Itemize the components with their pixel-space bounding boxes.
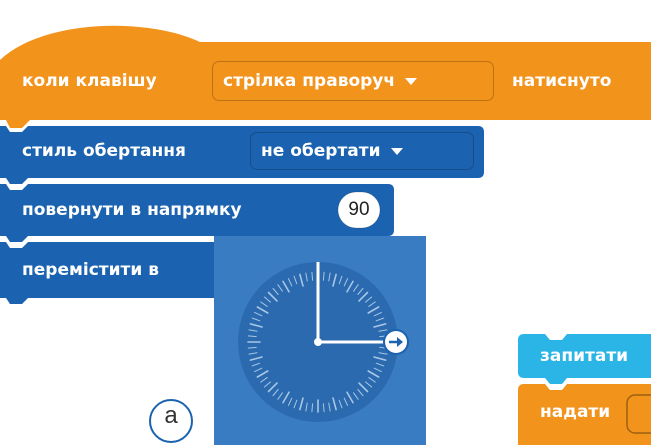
rotation-style-dropdown[interactable]: не обертати xyxy=(250,132,474,170)
caption-label: а xyxy=(164,402,178,429)
dial-center xyxy=(314,338,322,346)
set-label: надати xyxy=(540,402,611,422)
direction-value: 90 xyxy=(348,199,370,220)
hat-suffix-label: натиснуто xyxy=(512,71,612,91)
point-direction-label: повернути в напрямку xyxy=(22,200,242,220)
hat-prefix-label: коли клавішу xyxy=(22,71,157,91)
chevron-down-icon xyxy=(405,77,418,85)
key-dropdown[interactable]: стрілка праворуч xyxy=(212,61,494,101)
key-option-label: стрілка праворуч xyxy=(223,71,396,91)
rotation-style-label: стиль обертання xyxy=(22,141,186,161)
go-to-label: перемістити в xyxy=(22,260,159,280)
dial-tick xyxy=(247,335,257,338)
dial-tick xyxy=(311,271,314,281)
dial-tick xyxy=(311,403,314,413)
dial-tick xyxy=(322,403,325,413)
dial-tick xyxy=(322,271,325,281)
dial-tick xyxy=(247,346,257,349)
dial-handle[interactable] xyxy=(383,329,409,355)
direction-dial-popup[interactable] xyxy=(214,236,426,445)
rotation-option-label: не обертати xyxy=(261,141,381,161)
set-input-slot[interactable] xyxy=(626,394,651,434)
ask-label: запитати xyxy=(540,346,629,366)
chevron-down-icon xyxy=(390,147,403,155)
